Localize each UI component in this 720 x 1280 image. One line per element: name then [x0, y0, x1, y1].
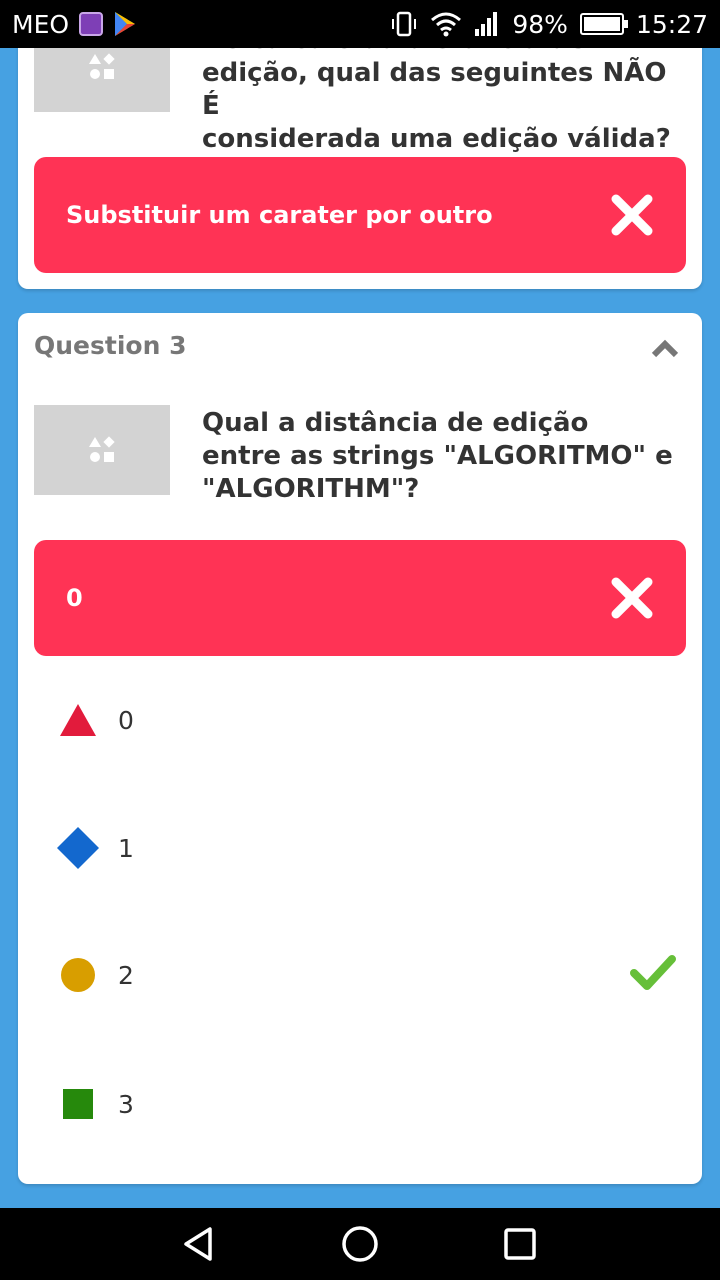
- triangle-icon: [56, 698, 100, 742]
- gallery-app-icon: [79, 12, 104, 36]
- play-store-icon: [115, 12, 136, 36]
- back-icon[interactable]: [180, 1224, 220, 1264]
- home-icon[interactable]: [340, 1224, 380, 1264]
- correct-check-icon: [630, 955, 676, 990]
- option-row-1: 1: [56, 816, 676, 880]
- answer-text: Substituir um carater por outro: [66, 201, 493, 229]
- shapes-icon: [89, 436, 115, 462]
- option-row-2: 2: [56, 943, 676, 1007]
- signal-icon: [475, 12, 498, 36]
- system-nav-bar: [0, 1208, 720, 1280]
- option-row-3: 3: [56, 1072, 676, 1136]
- option-label: 1: [118, 833, 134, 863]
- option-label: 3: [118, 1089, 134, 1119]
- carrier-label: MEO: [12, 9, 70, 39]
- wrong-x-icon: [611, 194, 653, 236]
- square-icon: [56, 1082, 100, 1126]
- recents-icon[interactable]: [500, 1224, 540, 1264]
- option-label: 2: [118, 960, 134, 990]
- question-card-3: Question 3 Qual a distância de edição en…: [18, 313, 702, 1184]
- wifi-icon: [431, 12, 462, 37]
- vibrate-icon: [392, 11, 417, 37]
- wrong-x-icon: [611, 577, 653, 619]
- status-bar: MEO 98% 15:27: [0, 0, 720, 48]
- option-row-0: 0: [56, 688, 676, 752]
- shapes-icon: [89, 53, 115, 79]
- clock: 15:27: [635, 9, 708, 39]
- battery-percent: 98%: [512, 9, 568, 39]
- question-image-placeholder: [34, 405, 170, 495]
- diamond-icon: [56, 826, 100, 870]
- chevron-up-icon[interactable]: [650, 337, 680, 361]
- battery-icon: [579, 13, 628, 35]
- user-answer-wrong: Substituir um carater por outro: [34, 157, 686, 273]
- circle-icon: [56, 953, 100, 997]
- question-text: Qual a distância de edição entre as stri…: [202, 408, 673, 504]
- option-label: 0: [118, 705, 134, 735]
- user-answer-wrong: 0: [34, 540, 686, 656]
- answer-text: 0: [66, 584, 83, 612]
- question-title: Question 3: [34, 331, 187, 360]
